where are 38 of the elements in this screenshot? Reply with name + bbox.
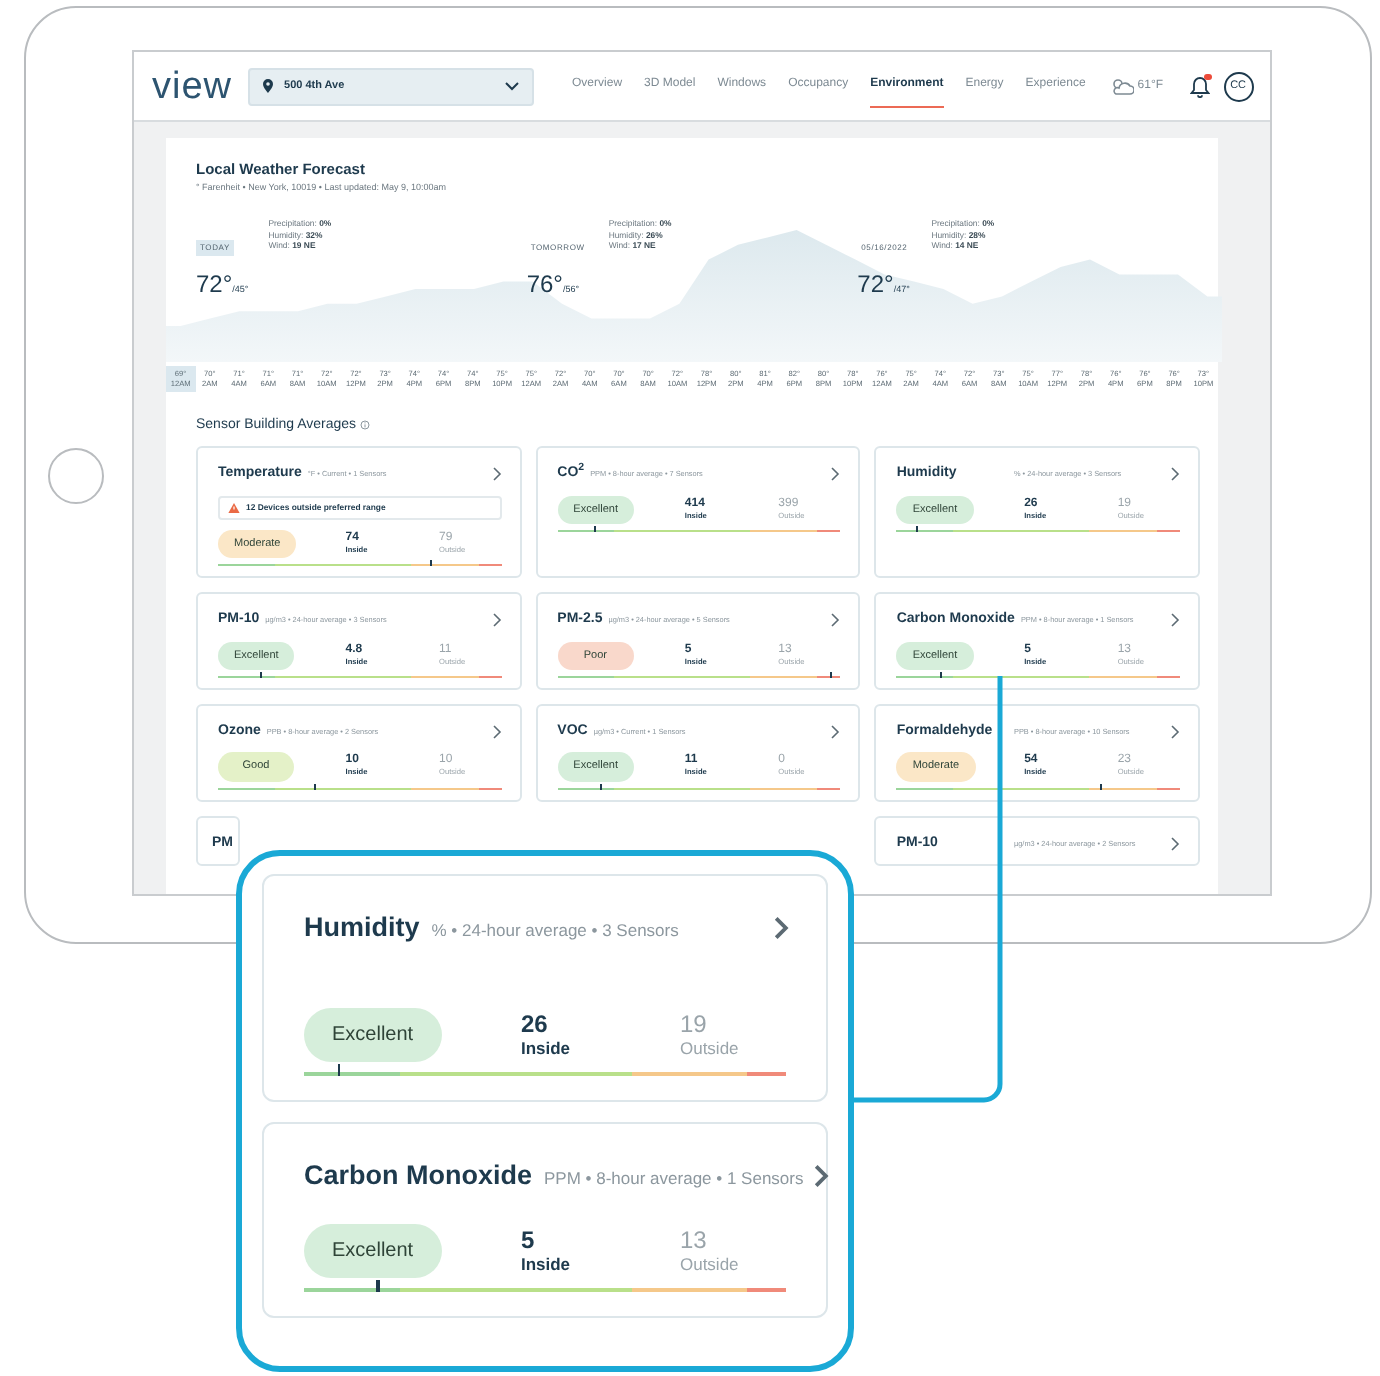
warning-icon bbox=[228, 501, 240, 514]
sensor-card[interactable]: Humidity % • 24-hour average • 3 Sensors Excellent 26 Inside 19 Outside bbox=[262, 874, 828, 1102]
inside-value: 5 bbox=[520, 1228, 537, 1254]
chevron-right-icon[interactable] bbox=[830, 466, 841, 483]
logo: view bbox=[152, 67, 233, 105]
sensor-meta: % • 24-hour average • 3 Sensors bbox=[431, 918, 679, 944]
weather-icon bbox=[1109, 76, 1134, 96]
high-temperature: 72° bbox=[857, 272, 894, 298]
sensor-meta: PPM • 8-hour average • 1 Sensors bbox=[544, 1165, 804, 1191]
chevron-right-icon[interactable] bbox=[1170, 724, 1180, 741]
sensor-title: Carbon Monoxide bbox=[304, 1157, 532, 1194]
outside-value: 19 bbox=[679, 1012, 709, 1039]
chevron-right-icon[interactable] bbox=[491, 724, 502, 741]
outside-label: Outside bbox=[679, 1038, 741, 1059]
chevron-right-icon[interactable] bbox=[1170, 466, 1180, 483]
chevron-right-icon[interactable] bbox=[1170, 835, 1180, 852]
chevron-right-icon[interactable] bbox=[1170, 612, 1180, 629]
status-pill: Excellent bbox=[304, 1224, 442, 1278]
status-pill: Excellent bbox=[304, 1008, 442, 1063]
high-temperature: 76° bbox=[526, 272, 563, 298]
inside-label: Inside bbox=[520, 1038, 573, 1059]
outside-label: Outside bbox=[679, 1254, 741, 1274]
inside-value: 26 bbox=[520, 1012, 550, 1039]
outside-value: 13 bbox=[679, 1228, 709, 1254]
chevron-right-icon[interactable] bbox=[812, 1162, 829, 1189]
chevron-right-icon[interactable] bbox=[491, 612, 502, 629]
chevron-right-icon[interactable] bbox=[491, 466, 502, 483]
inside-label: Inside bbox=[520, 1254, 573, 1274]
chevron-right-icon[interactable] bbox=[773, 915, 789, 942]
high-temperature: 72° bbox=[196, 272, 233, 298]
location-pin-icon bbox=[262, 78, 275, 94]
sensor-title: Humidity bbox=[304, 910, 420, 946]
chevron-down-icon bbox=[504, 80, 521, 92]
notification-bell-icon[interactable] bbox=[1189, 75, 1210, 97]
chevron-right-icon[interactable] bbox=[830, 724, 841, 741]
chevron-right-icon[interactable] bbox=[830, 612, 841, 629]
info-icon[interactable] bbox=[360, 420, 371, 430]
sensor-card[interactable]: Carbon Monoxide PPM • 8-hour average • 1 Sensors Excellent 5 Inside 13 Outside bbox=[262, 1121, 828, 1317]
